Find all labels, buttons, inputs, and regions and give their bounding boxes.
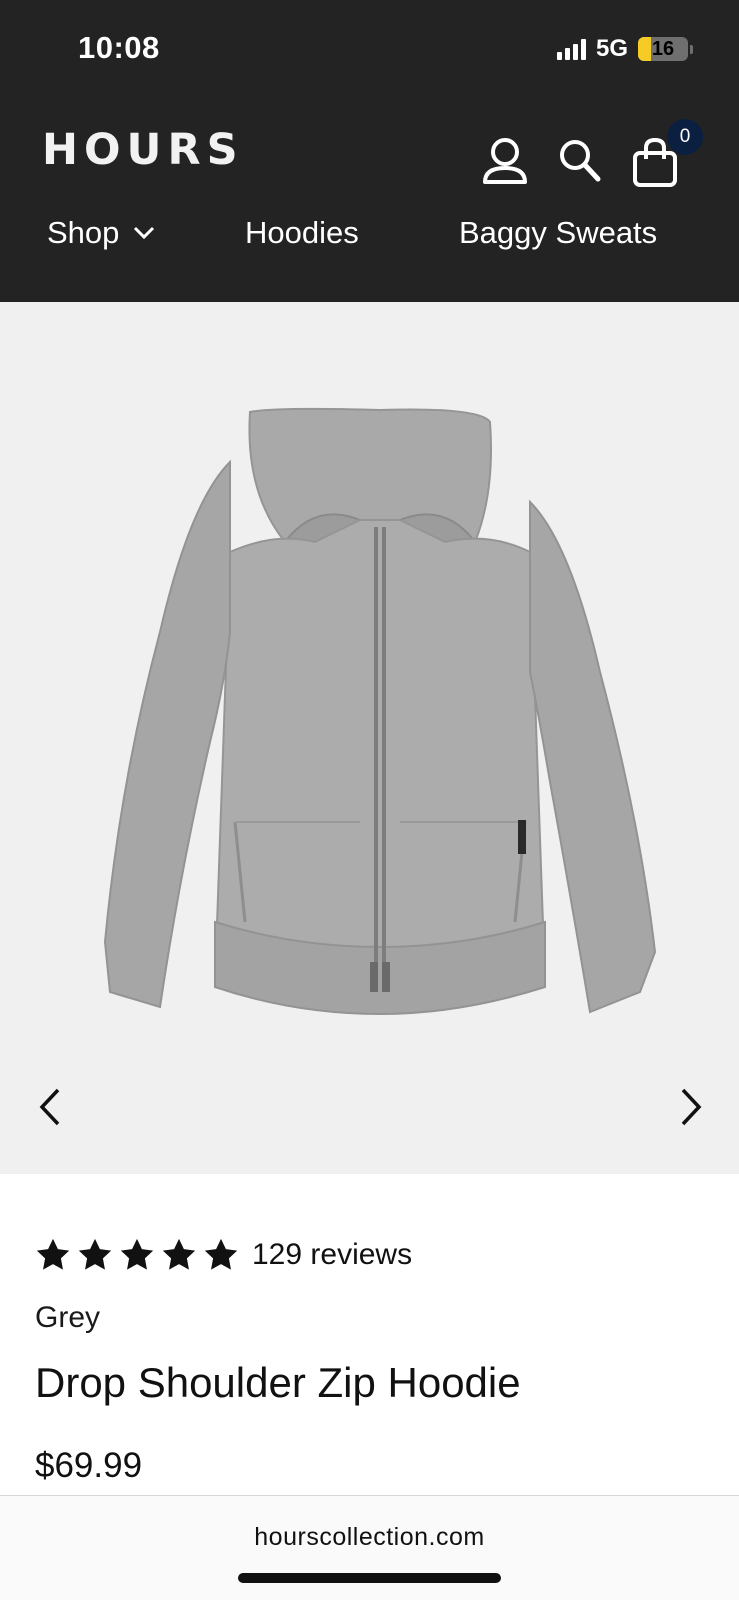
url-text[interactable]: hourscollection.com [0,1523,739,1552]
next-image-button[interactable] [671,1082,711,1132]
battery-fill [638,37,651,61]
nav-item-baggy-sweats[interactable]: Baggy Sweats [459,215,657,251]
reviews-count[interactable]: 129 reviews [252,1238,412,1272]
status-indicators: 5G 16 [556,35,693,63]
star-icon [36,1238,70,1270]
brand-logo[interactable]: HOURS [42,125,244,175]
product-gallery [0,302,739,1174]
battery-cap [690,44,693,54]
star-rating [34,1236,240,1274]
home-indicator[interactable] [238,1573,501,1583]
search-icon[interactable] [555,135,605,190]
nav-item-label: Shop [47,215,120,250]
chevron-right-icon [681,1088,702,1126]
status-time: 10:08 [78,30,160,65]
rating-summary[interactable]: 129 reviews [34,1236,412,1274]
cart-count-badge: 0 [667,119,703,155]
previous-image-button[interactable] [32,1082,72,1132]
chevron-down-icon [134,226,155,240]
star-icon [204,1238,238,1270]
account-icon[interactable] [480,135,530,190]
variant-color: Grey [35,1301,101,1334]
network-type: 5G [595,35,628,62]
star-icon [162,1238,196,1270]
site-header: 10:08 5G 16 HOURS 0 Shop Hoodies Baggy S… [0,0,739,302]
signal-icon [556,38,586,60]
product-title: Drop Shoulder Zip Hoodie [35,1359,521,1406]
battery-icon: 16 [638,37,688,61]
chevron-left-icon [39,1088,60,1126]
browser-address-bar[interactable]: hourscollection.com [0,1495,739,1600]
main-nav: Shop Hoodies Baggy Sweats [0,215,739,261]
star-icon [78,1238,112,1270]
battery-level: 16 [651,37,675,60]
product-image[interactable] [100,402,660,1022]
product-price: $69.99 [35,1446,143,1485]
star-icon [120,1238,154,1270]
nav-item-shop[interactable]: Shop [47,215,155,251]
nav-item-hoodies[interactable]: Hoodies [245,215,359,251]
